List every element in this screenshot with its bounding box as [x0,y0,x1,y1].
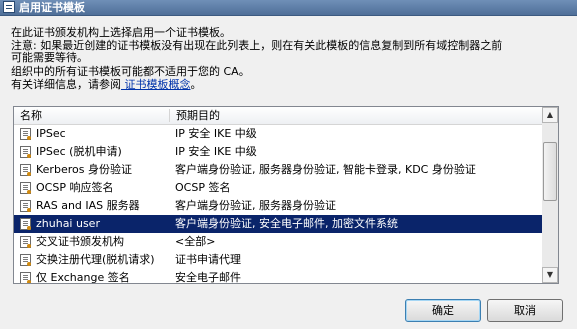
template-list[interactable]: 名称 预期目的 IPSec IP 安全 IKE 中级 IPSec (脱机申请) IP … [13,106,559,284]
certificate-template-concepts-link[interactable]: 证书模板概念 [121,78,190,91]
certificate-template-icon [20,218,31,230]
certificate-template-icon [20,146,31,158]
certificate-template-icon [20,200,31,212]
table-row[interactable]: 交换注册代理(脱机请求) 证书申请代理 [14,251,542,269]
table-row[interactable]: IPSec (脱机申请) IP 安全 IKE 中级 [14,143,542,161]
certificate-template-icon [20,254,31,266]
cancel-button[interactable]: 取消 [487,299,563,322]
template-purpose: 客户端身份验证, 安全电子邮件, 加密文件系统 [175,217,398,230]
certificate-icon [3,1,15,13]
template-purpose: IP 安全 IKE 中级 [175,127,257,140]
template-name: 交叉证书颁发机构 [36,235,124,248]
table-row[interactable]: Kerberos 身份验证 客户端身份验证, 服务器身份验证, 智能卡登录, KD… [14,161,542,179]
template-name: 仅 Exchange 签名 [36,271,130,284]
template-name: 交换注册代理(脱机请求) [36,253,155,266]
column-header-name[interactable]: 名称 [14,107,169,124]
table-row[interactable]: OCSP 响应签名 OCSP 签名 [14,179,542,197]
certificate-template-icon [20,164,31,176]
template-purpose: <全部> [175,235,216,248]
column-header-purpose[interactable]: 预期目的 [170,107,542,124]
table-row[interactable]: IPSec IP 安全 IKE 中级 [14,125,542,143]
scroll-thumb[interactable] [543,142,557,201]
template-name: Kerberos 身份验证 [36,163,132,176]
certificate-template-icon [20,128,31,140]
certificate-template-icon [20,236,31,248]
window-title: 启用证书模板 [19,1,85,14]
scroll-up-button[interactable]: ▲ [542,107,558,123]
vertical-scrollbar[interactable]: ▲ ▼ [542,107,558,283]
template-purpose: 客户端身份验证, 服务器身份验证, 智能卡登录, KDC 身份验证 [175,163,476,176]
template-name: RAS and IAS 服务器 [36,199,140,212]
template-name: IPSec (脱机申请) [36,145,122,158]
certificate-template-icon [20,182,31,194]
certificate-template-icon [20,272,31,283]
title-bar: 启用证书模板 [0,0,577,16]
table-row[interactable]: 仅 Exchange 签名 安全电子邮件 [14,269,542,284]
description-line-3: 可能需要等待。 [11,51,88,64]
description-suffix: 。 [190,78,202,91]
description-prefix: 有关详细信息，请参阅 [11,78,121,91]
description-line-4: 组织中的所有证书模板可能都不适用于您的 CA。 [11,65,250,78]
table-row[interactable]: 交叉证书颁发机构 <全部> [14,233,542,251]
template-purpose: 安全电子邮件 [175,271,241,284]
description-line-1: 在此证书颁发机构上选择启用一个证书模板。 [11,26,231,39]
list-header: 名称 预期目的 [14,107,542,125]
description-line-5: 有关详细信息，请参阅 证书模板概念。 [11,79,202,91]
table-row[interactable]: zhuhai user 客户端身份验证, 安全电子邮件, 加密文件系统 [14,215,542,233]
template-purpose: 证书申请代理 [175,253,241,266]
template-name: OCSP 响应签名 [36,181,114,194]
template-name: IPSec [36,127,66,140]
table-row[interactable]: RAS and IAS 服务器 客户端身份验证, 服务器身份验证 [14,197,542,215]
template-purpose: OCSP 签名 [175,181,231,194]
template-purpose: 客户端身份验证, 服务器身份验证 [175,199,336,212]
ok-button[interactable]: 确定 [405,299,481,322]
scroll-down-button[interactable]: ▼ [542,267,558,283]
template-name: zhuhai user [36,217,100,230]
template-purpose: IP 安全 IKE 中级 [175,145,257,158]
